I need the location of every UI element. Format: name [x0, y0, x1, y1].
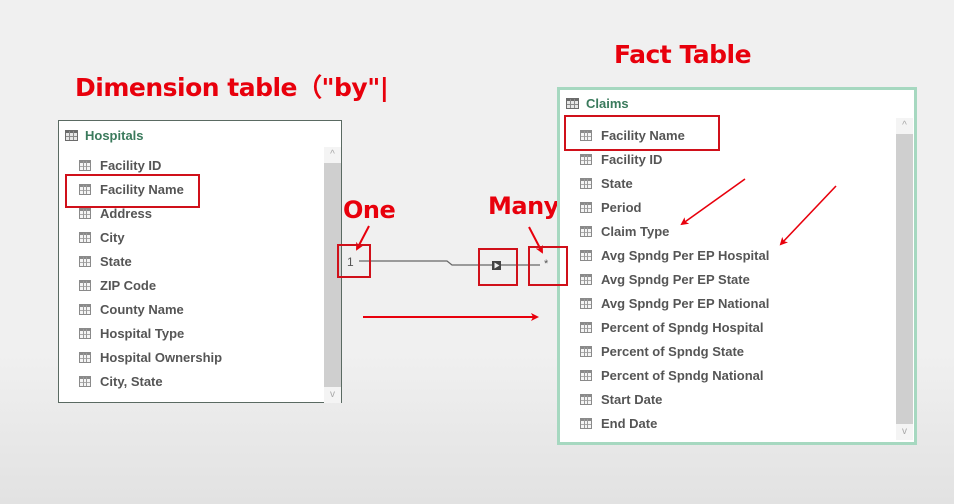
field-label: State — [100, 253, 132, 269]
field-label: Avg Spndg Per EP State — [601, 271, 750, 287]
field-label: Percent of Spndg National — [601, 367, 764, 383]
claims-table-header[interactable]: Claims — [566, 96, 629, 111]
scroll-up-button[interactable]: ^ — [324, 147, 341, 163]
claims-field-item[interactable]: Percent of Spndg State — [580, 339, 769, 363]
field-label: Start Date — [601, 391, 663, 407]
highlight-one-marker — [337, 244, 371, 278]
highlight-hospitals-facility-name — [65, 174, 200, 208]
field-label: Facility ID — [100, 157, 162, 173]
hospitals-field-item[interactable]: State — [79, 249, 222, 273]
claims-field-item[interactable]: End Date — [580, 411, 769, 435]
column-icon — [580, 321, 592, 333]
field-label: Avg Spndg Per EP National — [601, 295, 770, 311]
claims-scrollbar[interactable]: ^ v — [896, 118, 913, 440]
column-icon — [79, 207, 91, 219]
scroll-down-button[interactable]: v — [324, 387, 341, 403]
column-icon — [79, 351, 91, 363]
claims-field-item[interactable]: Claim Type — [580, 219, 769, 243]
column-icon — [580, 345, 592, 357]
claims-field-item[interactable]: Avg Spndg Per EP Hospital — [580, 243, 769, 267]
column-icon — [79, 279, 91, 291]
column-icon — [79, 375, 91, 387]
hospitals-table-title: Hospitals — [85, 128, 144, 143]
column-icon — [580, 201, 592, 213]
table-icon — [65, 130, 78, 141]
highlight-filter-direction — [478, 248, 518, 286]
dimension-table-annotation: Dimension table（"by"| — [75, 73, 389, 102]
claims-field-item[interactable]: Period — [580, 195, 769, 219]
column-icon — [79, 255, 91, 267]
hospitals-table-header[interactable]: Hospitals — [65, 128, 144, 143]
claims-table-title: Claims — [586, 96, 629, 111]
hospitals-field-item[interactable]: County Name — [79, 297, 222, 321]
hospitals-field-item[interactable]: Hospital Type — [79, 321, 222, 345]
fact-table-annotation: Fact Table — [614, 40, 752, 69]
scroll-up-button[interactable]: ^ — [896, 118, 913, 134]
column-icon — [580, 249, 592, 261]
highlight-claims-facility-name — [564, 115, 720, 151]
table-icon — [566, 98, 579, 109]
field-label: End Date — [601, 415, 658, 431]
field-label: County Name — [100, 301, 184, 317]
hospitals-table-card[interactable]: Hospitals Facility ID Facility Name Addres… — [58, 120, 342, 403]
field-label: Percent of Spndg Hospital — [601, 319, 764, 335]
column-icon — [580, 153, 592, 165]
field-label: Claim Type — [601, 223, 670, 239]
hospitals-field-item[interactable]: ZIP Code — [79, 273, 222, 297]
column-icon — [580, 297, 592, 309]
field-label: Avg Spndg Per EP Hospital — [601, 247, 770, 263]
many-annotation: Many — [488, 192, 559, 220]
claims-field-item[interactable]: Avg Spndg Per EP State — [580, 267, 769, 291]
column-icon — [580, 177, 592, 189]
hospitals-field-item[interactable]: City, State — [79, 369, 222, 393]
field-label: Percent of Spndg State — [601, 343, 745, 359]
field-label: Hospital Type — [100, 325, 185, 341]
field-label: City — [100, 229, 125, 245]
column-icon — [79, 159, 91, 171]
field-label: Period — [601, 199, 642, 215]
field-label: State — [601, 175, 633, 191]
claims-field-item[interactable]: Avg Spndg Per EP National — [580, 291, 769, 315]
claims-field-item[interactable]: Percent of Spndg National — [580, 363, 769, 387]
hospitals-field-item[interactable]: Hospital Ownership — [79, 345, 222, 369]
column-icon — [580, 417, 592, 429]
highlight-many-marker — [528, 246, 568, 286]
claims-field-item[interactable]: Percent of Spndg Hospital — [580, 315, 769, 339]
scroll-down-button[interactable]: v — [896, 424, 913, 440]
column-icon — [79, 303, 91, 315]
claims-field-list: Facility Name Facility ID State Period Claim… — [580, 123, 769, 435]
claims-field-item[interactable]: Start Date — [580, 387, 769, 411]
column-icon — [580, 225, 592, 237]
column-icon — [580, 393, 592, 405]
field-label: ZIP Code — [100, 277, 157, 293]
hospitals-field-item[interactable]: City — [79, 225, 222, 249]
field-label: City, State — [100, 373, 163, 389]
column-icon — [79, 231, 91, 243]
column-icon — [580, 369, 592, 381]
column-icon — [79, 327, 91, 339]
field-label: Facility ID — [601, 151, 663, 167]
claims-field-item[interactable]: State — [580, 171, 769, 195]
field-label: Hospital Ownership — [100, 349, 223, 365]
one-annotation: One — [343, 196, 396, 224]
column-icon — [580, 273, 592, 285]
